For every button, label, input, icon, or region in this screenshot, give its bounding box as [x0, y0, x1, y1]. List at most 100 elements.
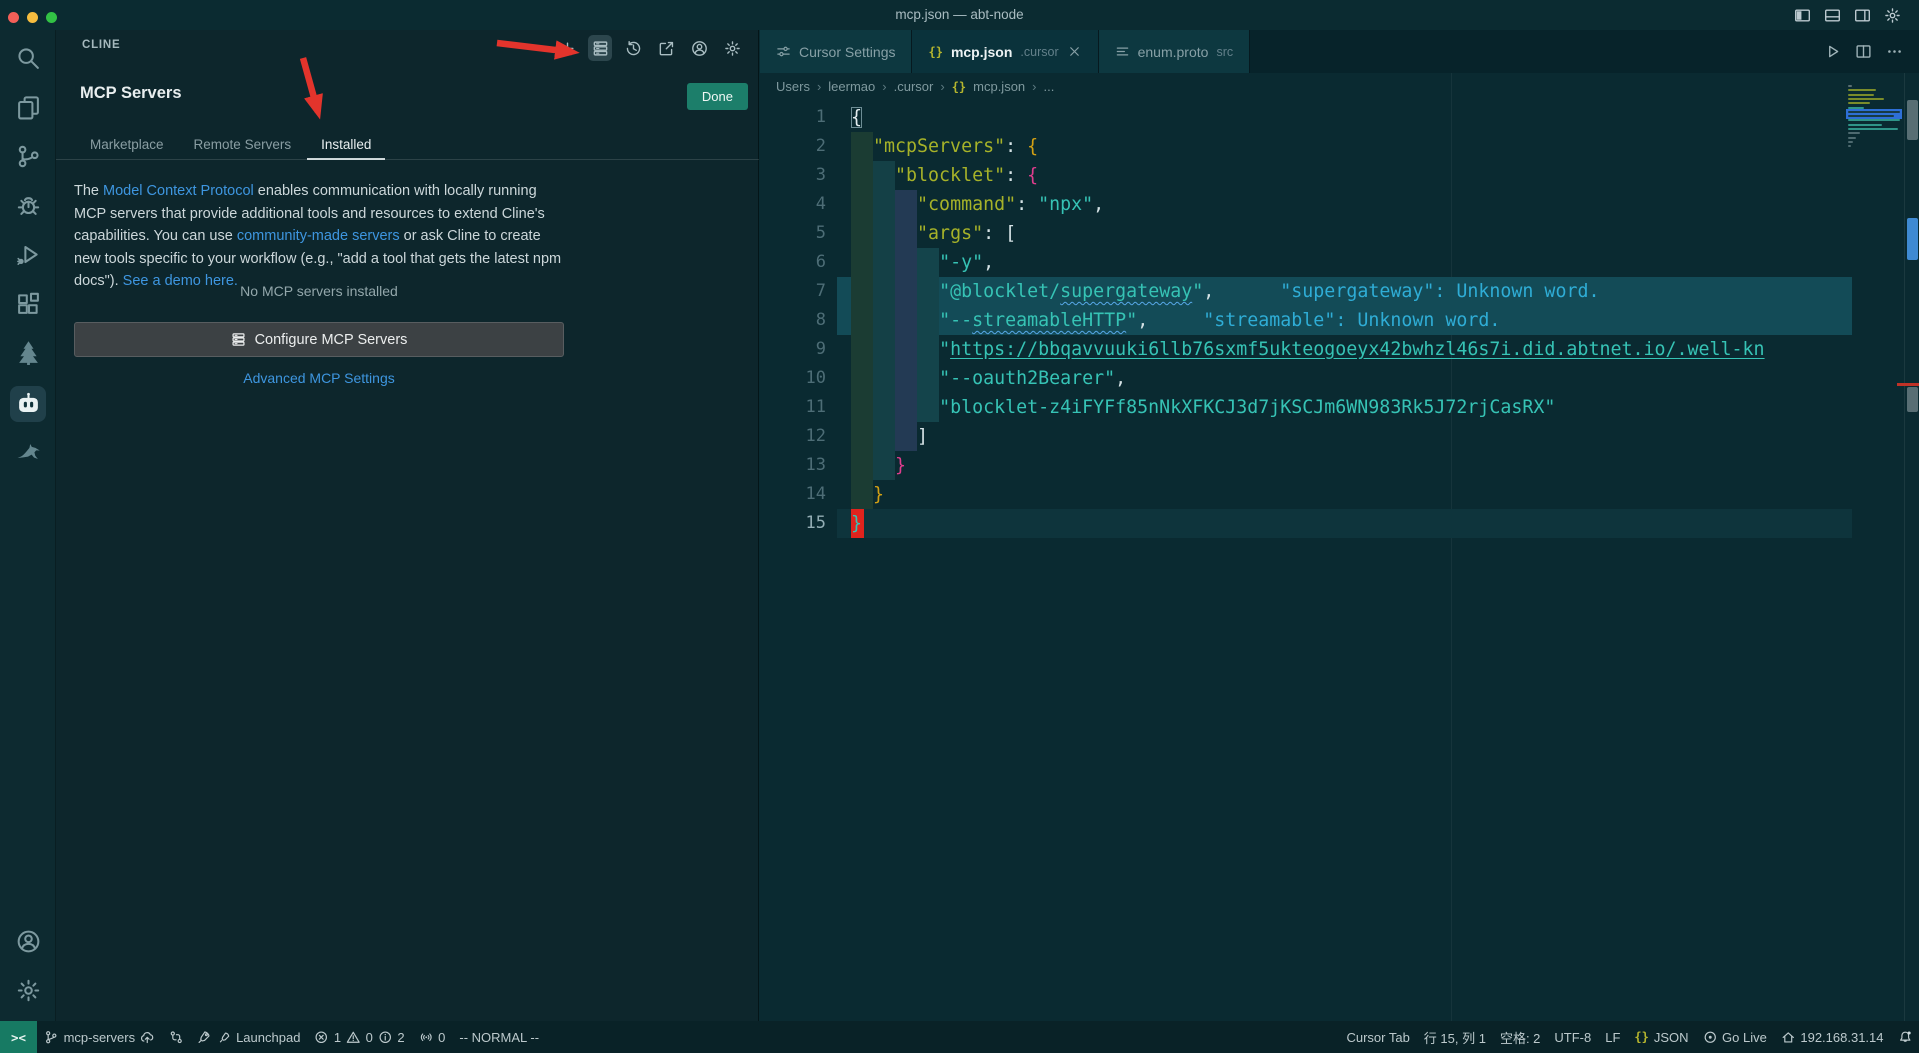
code-line[interactable]: } [837, 509, 1852, 538]
settings-gear-icon[interactable] [1884, 7, 1901, 24]
status-language-mode[interactable]: {}JSON [1627, 1021, 1695, 1053]
status-branch-status[interactable]: mcp-servers [37, 1021, 162, 1053]
description-link[interactable]: community-made servers [237, 228, 400, 244]
activity-item-search[interactable] [0, 36, 56, 85]
mcp-servers-button[interactable] [588, 35, 612, 61]
done-button[interactable]: Done [687, 83, 748, 110]
minimap[interactable] [1846, 85, 1902, 205]
status-cursor-tab[interactable]: Cursor Tab [1339, 1021, 1416, 1053]
mcp-tab-remote-servers[interactable]: Remote Servers [194, 137, 292, 152]
configure-mcp-servers-button[interactable]: Configure MCP Servers [74, 322, 564, 357]
status-remote-indicator[interactable]: >< [0, 1021, 37, 1053]
scrollbar-thumb-top[interactable] [1907, 100, 1918, 140]
line-number: 8 [760, 306, 826, 335]
more-actions-button[interactable] [1886, 43, 1903, 60]
code-line[interactable]: ] [837, 422, 1852, 451]
minimap-line [1848, 132, 1860, 134]
code-line[interactable]: "args": [ [837, 219, 1852, 248]
status-go-live[interactable]: Go Live [1696, 1021, 1774, 1053]
split-editor-button[interactable] [1855, 43, 1872, 60]
close-tab-icon[interactable] [1067, 44, 1082, 59]
status-notifications[interactable] [1891, 1021, 1919, 1053]
activity-item-account[interactable] [0, 919, 56, 968]
activity-item-manage[interactable] [0, 968, 56, 1017]
code-token: { [851, 107, 862, 128]
code-line[interactable]: } [837, 480, 1852, 509]
code-token: "command" [917, 194, 1016, 215]
robot-icon [16, 391, 41, 416]
activity-item-pine-tree[interactable] [0, 330, 56, 379]
status-ports[interactable]: 0 [412, 1021, 453, 1053]
settings-button[interactable] [720, 35, 744, 61]
activity-item-extensions[interactable] [0, 281, 56, 330]
activity-item-source-control[interactable] [0, 134, 56, 183]
open-in-editor-button[interactable] [654, 35, 678, 61]
mcp-tab-installed[interactable]: Installed [307, 137, 385, 160]
indent-guide [917, 364, 939, 393]
code-line[interactable]: "--oauth2Bearer", [837, 364, 1852, 393]
activity-item-debug[interactable] [0, 183, 56, 232]
no-servers-text: No MCP servers installed [74, 283, 564, 299]
code-token: "npx" [1038, 194, 1093, 215]
minimap-line [1848, 94, 1874, 96]
history-button[interactable] [621, 35, 645, 61]
code-token: , [1137, 310, 1148, 331]
titlebar: mcp.json — abt-node [0, 0, 1919, 30]
configure-button-label: Configure MCP Servers [255, 332, 408, 348]
breadcrumb-item[interactable]: leermao [828, 79, 875, 94]
code-line[interactable]: "@blocklet/supergateway", "supergateway"… [837, 277, 1852, 306]
status-compare-status[interactable] [162, 1021, 191, 1053]
code-line[interactable]: "https://bbqavvuuki6llb76sxmf5ukteogoeyx… [837, 335, 1852, 364]
indent-guide [873, 277, 895, 306]
new-task-button[interactable] [555, 35, 579, 61]
editor-tab-mcp-json[interactable]: {}mcp.json.cursor [912, 30, 1098, 73]
activity-item-explorer[interactable] [0, 85, 56, 134]
breadcrumb-item[interactable]: Users [776, 79, 810, 94]
code-line[interactable]: "-y", [837, 248, 1852, 277]
status-problems[interactable]: 102 [307, 1021, 411, 1053]
cline-side-panel: CLINE MCP Servers Done MarketplaceRemote… [56, 30, 759, 1021]
description-link[interactable]: Model Context Protocol [103, 183, 254, 199]
editor-tab-cursor-settings[interactable]: Cursor Settings [760, 30, 912, 73]
status-local-ip[interactable]: 192.168.31.14 [1774, 1021, 1891, 1053]
code-line[interactable]: "mcpServers": { [837, 132, 1852, 161]
status-text: JSON [1654, 1030, 1689, 1045]
code-line[interactable]: "blocklet": { [837, 161, 1852, 190]
breadcrumb-item[interactable]: mcp.json [973, 79, 1025, 94]
breadcrumb[interactable]: Users›leermao›.cursor›{}mcp.json›... [776, 73, 1054, 100]
code-line[interactable]: "--streamableHTTP", "streamable": Unknow… [837, 306, 1852, 335]
home-icon [1781, 1030, 1796, 1045]
code-token: , [983, 252, 994, 273]
status-text: Cursor Tab [1346, 1030, 1409, 1045]
layout-sidebar-right-icon[interactable] [1854, 7, 1871, 24]
kangaroo-icon [16, 438, 41, 463]
status-text: UTF-8 [1554, 1030, 1591, 1045]
status-eol[interactable]: LF [1598, 1021, 1627, 1053]
code-line[interactable]: "blocklet-z4iFYFf85nNkXFKCJ3d7jKSCJm6WN9… [837, 393, 1852, 422]
status-vim-mode[interactable]: -- NORMAL -- [452, 1021, 546, 1053]
code-line[interactable]: } [837, 451, 1852, 480]
breadcrumb-item[interactable]: .cursor [894, 79, 934, 94]
code-line[interactable]: "command": "npx", [837, 190, 1852, 219]
status-cursor-position[interactable]: 行 15, 列 1 [1417, 1021, 1493, 1053]
layout-sidebar-left-icon[interactable] [1794, 7, 1811, 24]
search-icon [16, 46, 41, 71]
activity-item-cline[interactable] [0, 379, 56, 428]
advanced-mcp-settings-link[interactable]: Advanced MCP Settings [74, 370, 564, 386]
layout-panel-icon[interactable] [1824, 7, 1841, 24]
status-launchpad[interactable]: Launchpad [190, 1021, 307, 1053]
indent-guide [851, 161, 873, 190]
code-line[interactable]: { [837, 103, 1852, 132]
line-number: 11 [760, 393, 826, 422]
activity-item-run-and-debug[interactable] [0, 232, 56, 281]
run-button[interactable] [1824, 43, 1841, 60]
editor-tab-enum-proto[interactable]: enum.protosrc [1099, 30, 1251, 73]
status-encoding[interactable]: UTF-8 [1547, 1021, 1598, 1053]
activity-item-kangaroo[interactable] [0, 428, 56, 477]
status-indentation[interactable]: 空格: 2 [1493, 1021, 1547, 1053]
mcp-tab-marketplace[interactable]: Marketplace [90, 137, 164, 152]
code-area[interactable]: { "mcpServers": { "blocklet": { "command… [837, 103, 1852, 538]
account-button[interactable] [687, 35, 711, 61]
breadcrumb-item[interactable]: ... [1044, 79, 1055, 94]
warning-triangle-icon [346, 1030, 361, 1045]
